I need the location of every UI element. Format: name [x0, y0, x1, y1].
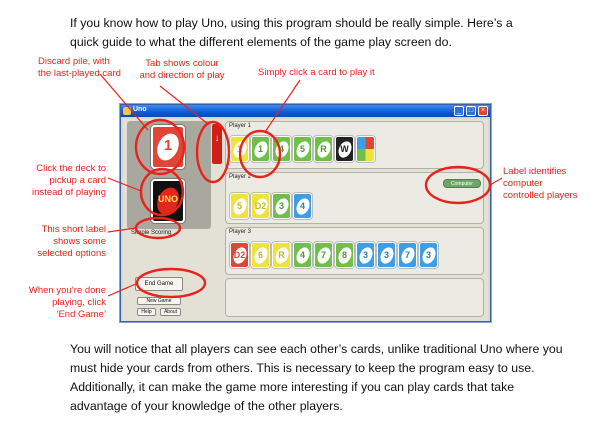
discard-highlight-ellipse — [134, 118, 186, 176]
tab-pointer-line — [159, 85, 209, 125]
discard-pointer-line — [99, 73, 149, 131]
card-highlight-ellipse — [238, 129, 282, 179]
card-pointer-line — [264, 79, 301, 133]
deck-pointer-line — [107, 177, 142, 192]
scoring-highlight-ellipse — [134, 216, 182, 240]
deck-highlight-ellipse — [139, 167, 185, 217]
outro-paragraph: You will notice that all players can see… — [70, 342, 563, 413]
end-game-pointer-line — [107, 282, 139, 297]
scoring-pointer-line — [107, 227, 137, 233]
badge-pointer-line — [489, 177, 503, 186]
tab-highlight-ellipse — [195, 120, 231, 184]
end-game-highlight-ellipse — [135, 267, 207, 299]
badge-highlight-ellipse — [424, 165, 492, 205]
